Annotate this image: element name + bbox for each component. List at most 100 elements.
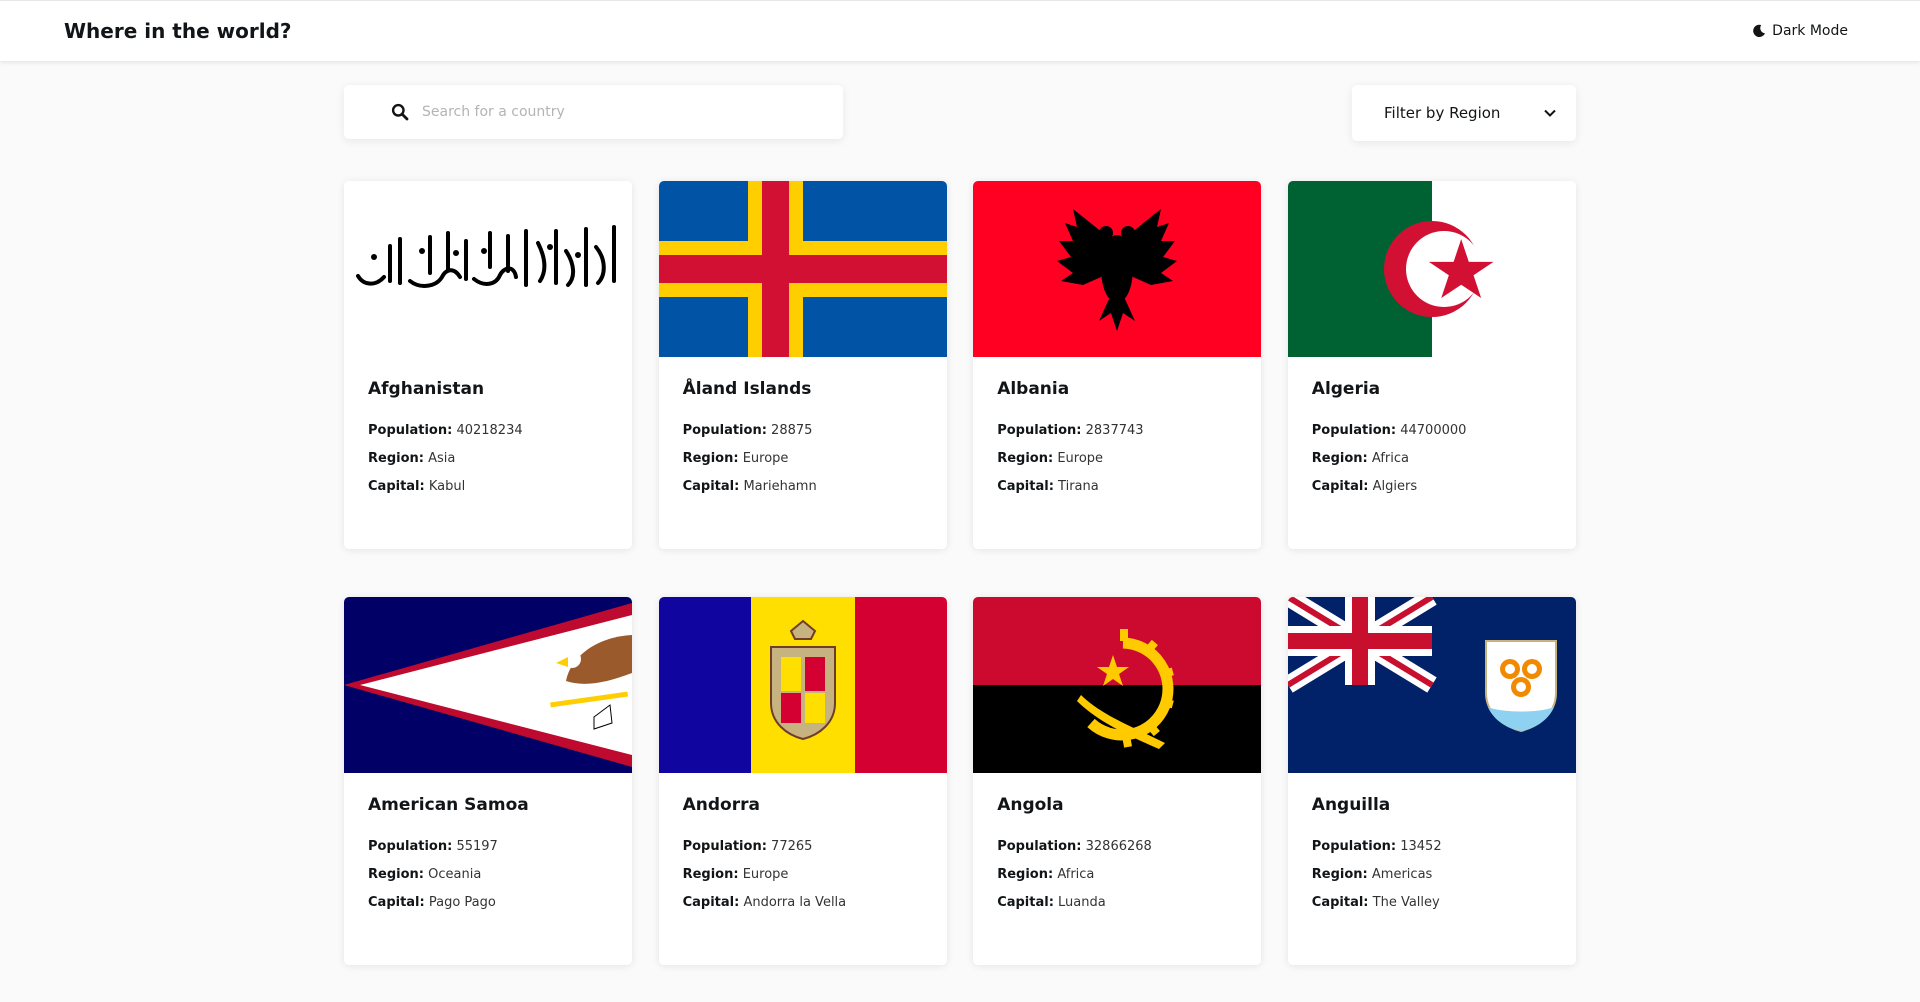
country-card-afghanistan[interactable]: Afghanistan Population: 40218234 Region:… [344, 181, 632, 549]
region-label: Region: [1311, 867, 1368, 882]
region-label: Region: [368, 867, 424, 882]
population-row: Population: 2837743 [997, 417, 1237, 445]
population-row: Population: 55197 [368, 833, 608, 861]
capital-label: Capital: [1311, 895, 1369, 910]
andorra-flag-icon [658, 597, 947, 773]
country-name: Albania [997, 379, 1070, 399]
region-row: Region: Asia [368, 445, 608, 473]
population-value: 77265 [771, 839, 813, 854]
country-card-american-samoa[interactable]: American Samoa Population: 55197 Region:… [344, 597, 632, 965]
country-name: Anguilla [1311, 795, 1391, 815]
population-row: Population: 28875 [683, 417, 923, 445]
region-value: Oceania [428, 867, 482, 882]
capital-row: Capital: Mariehamn [683, 473, 923, 501]
capital-label: Capital: [997, 895, 1054, 910]
capital-value: Algiers [1372, 479, 1418, 494]
population-label: Population: [682, 423, 767, 438]
afghanistan-flag-icon [344, 181, 632, 357]
region-filter-label: Filter by Region [1384, 104, 1501, 122]
region-row: Region: Europe [683, 861, 923, 889]
country-card-angola[interactable]: Angola Population: 32866268 Region: Afri… [973, 597, 1262, 965]
albania-flag-icon [973, 181, 1262, 357]
region-label: Region: [682, 867, 739, 882]
capital-value: Luanda [1058, 895, 1106, 910]
region-row: Region: Europe [997, 445, 1237, 473]
country-name: Afghanistan [368, 379, 485, 399]
capital-row: Capital: Tirana [997, 473, 1237, 501]
capital-label: Capital: [682, 479, 740, 494]
dark-mode-toggle[interactable]: Dark Mode [1752, 23, 1848, 39]
capital-value: Pago Pago [428, 895, 496, 910]
population-label: Population: [1311, 423, 1397, 438]
region-label: Region: [368, 451, 424, 466]
algeria-flag-icon [1287, 181, 1576, 357]
capital-label: Capital: [997, 479, 1054, 494]
population-label: Population: [1311, 839, 1397, 854]
search-icon [391, 103, 409, 121]
chevron-down-icon [1544, 109, 1556, 117]
capital-value: Kabul [428, 479, 466, 494]
region-row: Region: Africa [997, 861, 1237, 889]
country-card-albania[interactable]: Albania Population: 2837743 Region: Euro… [973, 181, 1262, 549]
region-filter-dropdown[interactable]: Filter by Region [1352, 85, 1576, 141]
population-label: Population: [682, 839, 767, 854]
population-row: Population: 44700000 [1312, 417, 1552, 445]
population-row: Population: 13452 [1312, 833, 1552, 861]
angola-flag-icon [973, 597, 1262, 773]
region-row: Region: Africa [1312, 445, 1552, 473]
population-value: 40218234 [456, 423, 523, 438]
capital-row: Capital: Algiers [1312, 473, 1552, 501]
country-grid: Afghanistan Population: 40218234 Region:… [344, 181, 1576, 965]
region-value: Europe [1057, 451, 1104, 466]
population-label: Population: [368, 423, 453, 438]
region-row: Region: Oceania [368, 861, 608, 889]
country-card-andorra[interactable]: Andorra Population: 77265 Region: Europe… [658, 597, 947, 965]
capital-label: Capital: [1311, 479, 1369, 494]
capital-value: The Valley [1372, 895, 1440, 910]
region-value: Americas [1371, 867, 1433, 882]
american-samoa-flag-icon [344, 597, 632, 773]
capital-label: Capital: [368, 895, 425, 910]
population-label: Population: [997, 423, 1082, 438]
capital-row: Capital: Andorra la Vella [683, 889, 923, 917]
region-label: Region: [682, 451, 739, 466]
population-value: 32866268 [1085, 839, 1152, 854]
country-card-aland-islands[interactable]: Åland Islands Population: 28875 Region: … [658, 181, 947, 549]
moon-icon [1753, 24, 1766, 38]
country-card-anguilla[interactable]: Anguilla Population: 13452 Region: Ameri… [1287, 597, 1576, 965]
search-input[interactable] [422, 98, 822, 126]
anguilla-flag-icon [1287, 597, 1576, 773]
population-row: Population: 32866268 [997, 833, 1237, 861]
region-label: Region: [997, 451, 1054, 466]
capital-value: Andorra la Vella [743, 895, 847, 910]
country-name: American Samoa [368, 795, 529, 815]
region-label: Region: [997, 867, 1054, 882]
region-value: Europe [742, 451, 789, 466]
capital-value: Tirana [1058, 479, 1099, 494]
population-value: 28875 [771, 423, 813, 438]
region-value: Africa [1371, 451, 1409, 466]
region-value: Europe [742, 867, 789, 882]
controls-bar: Filter by Region [344, 85, 1576, 141]
region-row: Region: Europe [683, 445, 923, 473]
population-value: 2837743 [1085, 423, 1144, 438]
capital-label: Capital: [368, 479, 425, 494]
region-value: Africa [1057, 867, 1095, 882]
capital-row: Capital: Kabul [368, 473, 608, 501]
population-label: Population: [368, 839, 453, 854]
country-name: Andorra [682, 795, 760, 815]
search-box[interactable] [344, 85, 843, 139]
app-title: Where in the world? [64, 19, 292, 43]
capital-row: Capital: Pago Pago [368, 889, 608, 917]
country-name: Algeria [1311, 379, 1381, 399]
capital-value: Mariehamn [743, 479, 817, 494]
country-name: Åland Islands [682, 379, 812, 399]
country-card-algeria[interactable]: Algeria Population: 44700000 Region: Afr… [1287, 181, 1576, 549]
country-name: Angola [997, 795, 1064, 815]
region-value: Asia [428, 451, 456, 466]
population-row: Population: 40218234 [368, 417, 608, 445]
dark-mode-label: Dark Mode [1772, 23, 1848, 39]
region-row: Region: Americas [1312, 861, 1552, 889]
capital-label: Capital: [682, 895, 740, 910]
capital-row: Capital: The Valley [1312, 889, 1552, 917]
